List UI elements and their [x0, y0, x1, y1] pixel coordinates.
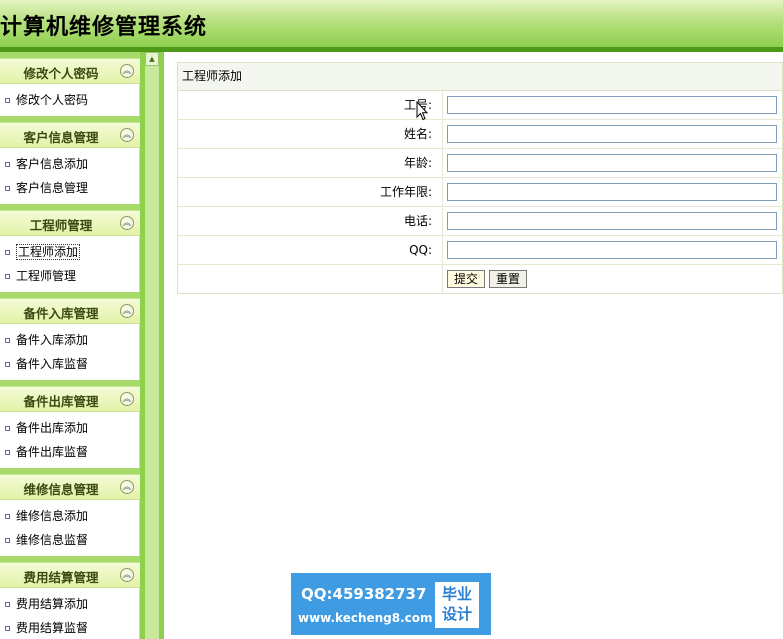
menu-group-header[interactable]: 费用结算管理 ︽ — [0, 562, 140, 588]
menu-group-title: 客户信息管理 — [23, 130, 99, 145]
menu-group-body: 备件入库添加 备件入库监督 — [0, 324, 140, 380]
sidebar-item-repair-supervise[interactable]: 维修信息监督 — [0, 528, 139, 552]
menu-group-body: 维修信息添加 维修信息监督 — [0, 500, 140, 556]
menu-group-title: 工程师管理 — [29, 218, 93, 233]
mouse-cursor-icon — [416, 101, 428, 121]
menu-group-header[interactable]: 工程师管理 ︽ — [0, 210, 140, 236]
reset-button[interactable]: 重置 — [489, 270, 528, 288]
collapse-icon[interactable]: ︽ — [120, 304, 134, 318]
empty-label-cell — [178, 265, 443, 293]
work-years-input[interactable] — [447, 183, 777, 201]
sidebar-item-repair-add[interactable]: 维修信息添加 — [0, 504, 139, 528]
sidebar-item-customer-add[interactable]: 客户信息添加 — [0, 152, 139, 176]
menu-group-body: 备件出库添加 备件出库监督 — [0, 412, 140, 468]
bullet-icon — [5, 514, 10, 519]
field-label: 电话: — [178, 207, 443, 235]
menu-group-title: 费用结算管理 — [23, 570, 99, 585]
field-label: 工号: — [178, 91, 443, 119]
phone-input[interactable] — [447, 212, 777, 230]
sidebar-item-engineer-add[interactable]: 工程师添加 — [0, 240, 139, 264]
form-row-employee-id: 工号: — [178, 91, 782, 120]
menu-group-parts-out: 备件出库管理 ︽ 备件出库添加 备件出库监督 — [0, 380, 140, 468]
sidebar-item-parts-out-supervise[interactable]: 备件出库监督 — [0, 440, 139, 464]
collapse-icon[interactable]: ︽ — [120, 392, 134, 406]
collapse-icon[interactable]: ︽ — [120, 480, 134, 494]
menu-group-title: 修改个人密码 — [23, 66, 99, 81]
scroll-up-arrow-icon[interactable]: ▲ — [145, 52, 159, 66]
menu-group-repair: 维修信息管理 ︽ 维修信息添加 维修信息监督 — [0, 468, 140, 556]
form-title: 工程师添加 — [178, 63, 782, 91]
bullet-icon — [5, 274, 10, 279]
menu-group-header[interactable]: 客户信息管理 ︽ — [0, 122, 140, 148]
watermark-badge-line2: 设计 — [441, 605, 472, 623]
bullet-icon — [5, 538, 10, 543]
sidebar-scrollbar[interactable]: ▲ — [140, 52, 164, 639]
sidebar: 修改个人密码 ︽ 修改个人密码 客户信息管理 ︽ 客户信息添加 客户信息管理 工… — [0, 52, 140, 639]
sidebar-item-parts-in-add[interactable]: 备件入库添加 — [0, 328, 139, 352]
sidebar-item-parts-in-supervise[interactable]: 备件入库监督 — [0, 352, 139, 376]
menu-group-body: 工程师添加 工程师管理 — [0, 236, 140, 292]
menu-group-body: 费用结算添加 费用结算监督 — [0, 588, 140, 639]
bullet-icon — [5, 162, 10, 167]
submit-button[interactable]: 提交 — [447, 270, 486, 288]
form-row-actions: 提交 重置 — [178, 265, 782, 293]
menu-group-body: 修改个人密码 — [0, 84, 140, 116]
menu-group-header[interactable]: 备件入库管理 ︽ — [0, 298, 140, 324]
collapse-icon[interactable]: ︽ — [120, 568, 134, 582]
app-title: 计算机维修管理系统 — [0, 15, 208, 40]
bullet-icon — [5, 426, 10, 431]
field-label: 年龄: — [178, 149, 443, 177]
bullet-icon — [5, 250, 10, 255]
menu-group-title: 备件入库管理 — [23, 306, 99, 321]
employee-id-input[interactable] — [447, 96, 777, 114]
field-label: 工作年限: — [178, 178, 443, 206]
collapse-icon[interactable]: ︽ — [120, 64, 134, 78]
form-row-phone: 电话: — [178, 207, 782, 236]
menu-group-title: 维修信息管理 — [23, 482, 99, 497]
bullet-icon — [5, 98, 10, 103]
bullet-icon — [5, 450, 10, 455]
menu-group-body: 客户信息添加 客户信息管理 — [0, 148, 140, 204]
bullet-icon — [5, 626, 10, 631]
collapse-icon[interactable]: ︽ — [120, 216, 134, 230]
form-row-qq: QQ: — [178, 236, 782, 265]
app-header: 计算机维修管理系统 — [0, 0, 783, 47]
sidebar-item-billing-supervise[interactable]: 费用结算监督 — [0, 616, 139, 639]
bullet-icon — [5, 338, 10, 343]
bullet-icon — [5, 602, 10, 607]
menu-group-title: 备件出库管理 — [23, 394, 99, 409]
qq-input[interactable] — [447, 241, 777, 259]
menu-group-billing: 费用结算管理 ︽ 费用结算添加 费用结算监督 — [0, 556, 140, 639]
form-row-age: 年龄: — [178, 149, 782, 178]
menu-group-header[interactable]: 维修信息管理 ︽ — [0, 474, 140, 500]
menu-group-header[interactable]: 备件出库管理 ︽ — [0, 386, 140, 412]
sidebar-item-parts-out-add[interactable]: 备件出库添加 — [0, 416, 139, 440]
form-row-name: 姓名: — [178, 120, 782, 149]
sidebar-item-change-password[interactable]: 修改个人密码 — [0, 88, 139, 112]
menu-group-password: 修改个人密码 ︽ 修改个人密码 — [0, 52, 140, 116]
watermark-url: www.kecheng8.com — [298, 611, 433, 625]
name-input[interactable] — [447, 125, 777, 143]
menu-group-parts-in: 备件入库管理 ︽ 备件入库添加 备件入库监督 — [0, 292, 140, 380]
menu-group-customer: 客户信息管理 ︽ 客户信息添加 客户信息管理 — [0, 116, 140, 204]
watermark-badge-line1: 毕业 — [441, 585, 472, 603]
watermark-qq: QQ:459382737 — [301, 585, 427, 603]
sidebar-item-engineer-manage[interactable]: 工程师管理 — [0, 264, 139, 288]
form-row-work-years: 工作年限: — [178, 178, 782, 207]
bullet-icon — [5, 186, 10, 191]
engineer-add-form: 工程师添加 工号: 姓名: 年龄: 工作年限: 电话: QQ: 提交 重置 — [177, 62, 783, 294]
scrollbar-track[interactable] — [145, 52, 159, 639]
watermark-banner: QQ:459382737 www.kecheng8.com 毕业 设计 — [291, 573, 491, 635]
bullet-icon — [5, 362, 10, 367]
age-input[interactable] — [447, 154, 777, 172]
watermark-badge: 毕业 设计 — [435, 582, 479, 628]
sidebar-item-billing-add[interactable]: 费用结算添加 — [0, 592, 139, 616]
menu-group-header[interactable]: 修改个人密码 ︽ — [0, 58, 140, 84]
collapse-icon[interactable]: ︽ — [120, 128, 134, 142]
menu-group-engineer: 工程师管理 ︽ 工程师添加 工程师管理 — [0, 204, 140, 292]
field-label: 姓名: — [178, 120, 443, 148]
sidebar-item-customer-manage[interactable]: 客户信息管理 — [0, 176, 139, 200]
field-label: QQ: — [178, 236, 443, 264]
